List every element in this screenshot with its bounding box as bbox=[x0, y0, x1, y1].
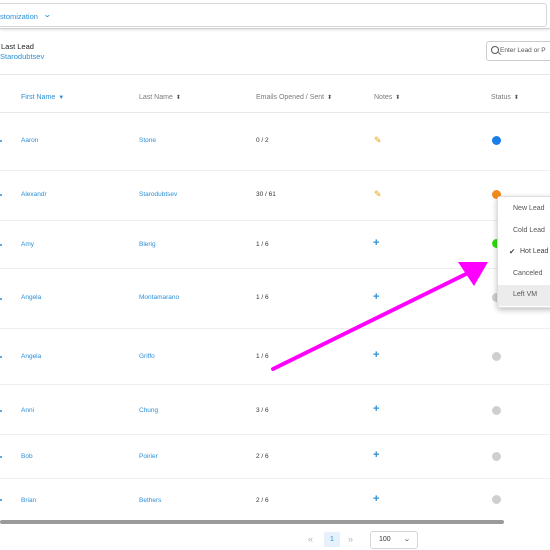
customization-dropdown[interactable]: stomization ⌄ bbox=[0, 3, 547, 27]
prev-page-button[interactable]: « bbox=[308, 534, 313, 544]
sort-icon: ⬍ bbox=[513, 95, 519, 101]
table-row[interactable]: Aaron Stone 0 / 2 ✎ bbox=[0, 112, 550, 171]
column-label: Status bbox=[491, 94, 511, 101]
column-label: Emails Opened / Sent bbox=[256, 94, 325, 101]
row-marker bbox=[0, 298, 2, 300]
status-dot[interactable] bbox=[492, 406, 501, 415]
search-icon bbox=[491, 46, 499, 54]
row-marker bbox=[0, 140, 2, 142]
add-note-icon[interactable]: + bbox=[373, 450, 379, 461]
column-status[interactable]: Status ⬍ bbox=[491, 94, 519, 101]
add-note-icon[interactable]: + bbox=[373, 404, 379, 415]
status-dot[interactable] bbox=[492, 452, 501, 461]
column-notes[interactable]: Notes ⬍ bbox=[374, 94, 400, 101]
emails-count: 1 / 6 bbox=[256, 353, 269, 360]
column-label: First Name bbox=[21, 94, 56, 101]
customization-label: stomization bbox=[0, 12, 38, 21]
sort-desc-icon: ▼ bbox=[58, 95, 65, 101]
table-row[interactable]: Amy Blerig 1 / 6 + bbox=[0, 220, 550, 269]
first-name-link[interactable]: Angela bbox=[21, 353, 41, 360]
status-option-left-vm[interactable]: Left VM bbox=[498, 285, 550, 306]
emails-count: 3 / 6 bbox=[256, 407, 269, 414]
edit-note-icon[interactable]: ✎ bbox=[374, 190, 383, 199]
column-last-name[interactable]: Last Name ⬍ bbox=[139, 94, 181, 101]
page-number-button[interactable]: 1 bbox=[324, 532, 340, 547]
column-emails[interactable]: Emails Opened / Sent ⬍ bbox=[256, 94, 332, 101]
checkmark-icon: ✔ bbox=[509, 247, 516, 256]
emails-count: 2 / 6 bbox=[256, 453, 269, 460]
last-name-link[interactable]: Poirier bbox=[139, 453, 158, 460]
option-label: Left VM bbox=[513, 291, 538, 298]
column-first-name[interactable]: First Name ▼ bbox=[21, 94, 64, 101]
chevron-down-icon: ⌄ bbox=[403, 536, 411, 543]
table-row[interactable]: Alexandr Starodubtsev 30 / 61 ✎ bbox=[0, 170, 550, 221]
table-header: First Name ▼ Last Name ⬍ Emails Opened / S… bbox=[0, 84, 550, 113]
last-name-link[interactable]: Starodubtsev bbox=[139, 191, 177, 198]
status-option-new-lead[interactable]: New Lead bbox=[498, 199, 550, 219]
search-input[interactable] bbox=[500, 44, 550, 57]
last-name-link[interactable]: Stone bbox=[139, 137, 156, 144]
last-name-link[interactable]: Chung bbox=[139, 407, 158, 414]
first-name-link[interactable]: Aaron bbox=[21, 137, 38, 144]
first-name-link[interactable]: Alexandr bbox=[21, 191, 47, 198]
first-name-link[interactable]: Brian bbox=[21, 497, 36, 504]
table-row[interactable]: Angela Griffo 1 / 6 + bbox=[0, 328, 550, 385]
pagination: « 1 » 100 ⌄ bbox=[0, 531, 550, 550]
panel-header: Last Lead Starodubtsev bbox=[0, 34, 550, 75]
emails-count: 0 / 2 bbox=[256, 137, 269, 144]
option-label: Hot Lead bbox=[520, 248, 549, 255]
sort-icon: ⬍ bbox=[327, 95, 333, 101]
chevron-down-icon: ⌄ bbox=[42, 10, 52, 19]
status-option-cold-lead[interactable]: Cold Lead bbox=[498, 221, 550, 241]
column-label: Last Name bbox=[139, 94, 173, 101]
last-name-link[interactable]: Griffo bbox=[139, 353, 155, 360]
add-note-icon[interactable]: + bbox=[373, 494, 379, 505]
emails-count: 1 / 6 bbox=[256, 241, 269, 248]
first-name-link[interactable]: Angela bbox=[21, 294, 41, 301]
add-note-icon[interactable]: + bbox=[373, 350, 379, 361]
add-note-icon[interactable]: + bbox=[373, 238, 379, 249]
row-marker bbox=[0, 194, 2, 196]
row-marker bbox=[0, 456, 2, 458]
status-menu: New Lead Cold Lead ✔ Hot Lead Canceled L… bbox=[497, 196, 550, 308]
last-name-link[interactable]: Blerig bbox=[139, 241, 156, 248]
sort-icon: ⬍ bbox=[395, 95, 401, 101]
column-label: Notes bbox=[374, 94, 393, 101]
table-row[interactable]: Bob Poirier 2 / 6 + bbox=[0, 434, 550, 479]
row-marker bbox=[0, 499, 2, 501]
emails-count: 2 / 6 bbox=[256, 497, 269, 504]
table-row[interactable]: Brian Bethers 2 / 6 + bbox=[0, 478, 550, 520]
option-label: Canceled bbox=[513, 270, 543, 277]
status-option-hot-lead[interactable]: ✔ Hot Lead bbox=[498, 242, 550, 262]
first-name-link[interactable]: Amy bbox=[21, 241, 34, 248]
row-marker bbox=[0, 356, 2, 358]
option-label: Cold Lead bbox=[513, 227, 545, 234]
edit-note-icon[interactable]: ✎ bbox=[374, 136, 383, 145]
first-name-link[interactable]: Bob bbox=[21, 453, 33, 460]
status-option-canceled[interactable]: Canceled bbox=[498, 264, 550, 284]
horizontal-scrollbar[interactable] bbox=[0, 520, 504, 524]
next-page-button[interactable]: » bbox=[348, 534, 353, 544]
sort-icon: ⬍ bbox=[175, 95, 181, 101]
page-size-value: 100 bbox=[379, 536, 391, 543]
status-dot[interactable] bbox=[492, 136, 501, 145]
status-dot[interactable] bbox=[492, 495, 501, 504]
search-box[interactable] bbox=[486, 41, 550, 61]
row-marker bbox=[0, 410, 2, 412]
last-lead-link[interactable]: Starodubtsev bbox=[0, 52, 44, 61]
top-bar: stomization ⌄ bbox=[0, 0, 550, 29]
last-name-link[interactable]: Montamarano bbox=[139, 294, 179, 301]
add-note-icon[interactable]: + bbox=[373, 292, 379, 303]
first-name-link[interactable]: Anni bbox=[21, 407, 34, 414]
last-lead-title: Last Lead bbox=[1, 42, 34, 51]
table-row[interactable]: Angela Montamarano 1 / 6 + bbox=[0, 268, 550, 329]
table-row[interactable]: Anni Chung 3 / 6 + bbox=[0, 384, 550, 435]
emails-count: 30 / 61 bbox=[256, 191, 276, 198]
last-name-link[interactable]: Bethers bbox=[139, 497, 161, 504]
emails-count: 1 / 6 bbox=[256, 294, 269, 301]
page-size-select[interactable]: 100 ⌄ bbox=[370, 531, 418, 549]
row-marker bbox=[0, 244, 2, 246]
option-label: New Lead bbox=[513, 205, 545, 212]
status-dot[interactable] bbox=[492, 352, 501, 361]
